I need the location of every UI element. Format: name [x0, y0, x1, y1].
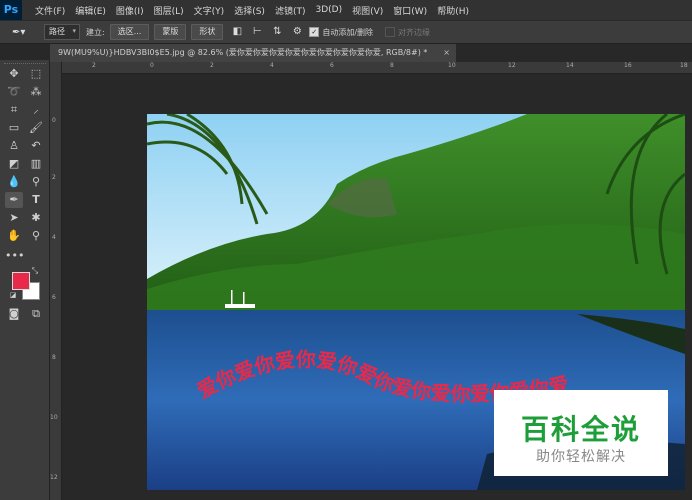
frame-icon[interactable]: ▭ [5, 120, 23, 136]
ruler-tick: 2 [92, 62, 96, 69]
make-mask-button[interactable]: 蒙版 [154, 24, 187, 40]
hand-icon[interactable]: ✋ [5, 228, 23, 244]
history-brush-icon[interactable]: ↶ [27, 138, 45, 154]
move-icon[interactable]: ✥ [5, 66, 23, 82]
ruler-tick: 18 [680, 62, 688, 69]
menu-window[interactable]: 窗口(W) [393, 4, 427, 17]
default-colors-icon[interactable]: ◪ [8, 290, 18, 300]
auto-add-delete-label: 自动添加/删除 [322, 27, 374, 37]
more-icon[interactable]: ••• [5, 248, 24, 264]
path-alignment-icon[interactable]: ⊢ [251, 26, 263, 38]
menu-type[interactable]: 文字(Y) [194, 4, 225, 17]
menu-image[interactable]: 图像(I) [116, 4, 144, 17]
menu-bar: Ps 文件(F) 编辑(E) 图像(I) 图层(L) 文字(Y) 选择(S) 滤… [0, 0, 692, 20]
blur-icon[interactable]: 💧 [5, 174, 23, 190]
stamp-icon[interactable]: ♙ [5, 138, 23, 154]
menu-layer[interactable]: 图层(L) [154, 4, 184, 17]
eyedropper-icon[interactable]: ⸝ [27, 102, 45, 118]
align-edges-label: 对齐边缘 [398, 27, 431, 37]
swap-colors-icon[interactable]: ⤡ [30, 266, 40, 276]
ruler-tick: 4 [270, 62, 274, 69]
tools-panel: ✥ ⬚ ➰ ⁂ ⌗ ⸝ ▭ 🖌 ♙ ↶ ◩ ▥ 💧 ⚲ ✒ T ➤ ✱ ✋ ⚲ … [0, 60, 50, 500]
ruler-tick: 10 [50, 414, 58, 421]
path-select-icon[interactable]: ➤ [5, 210, 23, 226]
dodge-icon[interactable]: ⚲ [27, 174, 45, 190]
ruler-tick: 0 [52, 117, 56, 124]
make-selection-button[interactable]: 选区... [109, 24, 150, 40]
horizontal-ruler: 2 0 2 4 6 8 10 12 14 16 18 [62, 62, 692, 74]
eraser-icon[interactable]: ◩ [5, 156, 23, 172]
gear-icon[interactable]: ⚙ [291, 26, 303, 38]
options-bar: ✒▾ 路径 建立: 选区... 蒙版 形状 ◧ ⊢ ⇅ ⚙ ✓ 自动添加/删除 … [0, 20, 692, 44]
quick-select-icon[interactable]: ⁂ [27, 84, 45, 100]
ruler-tick: 6 [330, 62, 334, 69]
foreground-color-swatch[interactable] [12, 272, 30, 290]
auto-add-delete-checkbox[interactable]: ✓ [309, 27, 320, 37]
crop-icon[interactable]: ⌗ [5, 102, 23, 118]
close-icon[interactable]: × [443, 44, 450, 62]
ruler-tick: 2 [210, 62, 214, 69]
lasso-icon[interactable]: ➰ [5, 84, 23, 100]
gradient-icon[interactable]: ▥ [27, 156, 45, 172]
ruler-tick: 8 [52, 354, 56, 361]
ruler-tick: 12 [50, 474, 58, 481]
watermark-title: 百科全说 [520, 413, 641, 446]
ruler-tick: 2 [52, 174, 56, 181]
type-icon[interactable]: T [27, 192, 45, 208]
menu-file[interactable]: 文件(F) [35, 4, 65, 17]
screen-mode-icon[interactable]: ⧉ [27, 306, 45, 322]
ruler-tick: 4 [52, 234, 56, 241]
ruler-tick: 14 [566, 62, 574, 69]
menu-help[interactable]: 帮助(H) [437, 4, 469, 17]
brush-icon[interactable]: 🖌 [27, 120, 45, 136]
make-label: 建立: [86, 27, 105, 37]
ruler-tick: 10 [448, 62, 456, 69]
ruler-tick: 0 [150, 62, 154, 69]
ruler-tick: 16 [624, 62, 632, 69]
menu-3d[interactable]: 3D(D) [315, 5, 342, 15]
pen-tool-preset-icon[interactable]: ✒▾ [12, 27, 38, 38]
menu-view[interactable]: 视图(V) [352, 4, 383, 17]
ruler-tick: 6 [52, 294, 56, 301]
custom-shape-icon[interactable]: ✱ [27, 210, 45, 226]
document-tab[interactable]: 9W(MU9%U)}HDBV3BI0$E5.jpg @ 82.6% (爱你爱你爱… [50, 44, 456, 62]
quick-mask-icon[interactable]: ◙ [5, 306, 23, 322]
mode-select[interactable]: 路径 [44, 24, 80, 40]
document-tab-title: 9W(MU9%U)}HDBV3BI0$E5.jpg @ 82.6% (爱你爱你爱… [58, 48, 428, 57]
vertical-ruler: 0 2 4 6 8 10 12 [50, 62, 62, 500]
align-edges-checkbox[interactable]: ✓ [385, 27, 396, 37]
watermark-subtitle: 助你轻松解决 [536, 449, 626, 465]
pen-icon[interactable]: ✒ [5, 192, 23, 208]
document-tab-bar: 9W(MU9%U)}HDBV3BI0$E5.jpg @ 82.6% (爱你爱你爱… [50, 44, 692, 62]
path-operations-icon[interactable]: ◧ [231, 26, 243, 38]
path-arrangement-icon[interactable]: ⇅ [271, 26, 283, 38]
photoshop-logo-icon: Ps [0, 0, 22, 20]
ruler-tick: 12 [508, 62, 516, 69]
marquee-icon[interactable]: ⬚ [27, 66, 45, 82]
make-shape-button[interactable]: 形状 [191, 24, 224, 40]
watermark-logo: 百科全说 助你轻松解决 [494, 390, 668, 476]
menu-edit[interactable]: 编辑(E) [75, 4, 106, 17]
ruler-tick: 8 [390, 62, 394, 69]
menu-select[interactable]: 选择(S) [234, 4, 265, 17]
zoom-icon[interactable]: ⚲ [27, 228, 45, 244]
menu-filter[interactable]: 滤镜(T) [275, 4, 306, 17]
